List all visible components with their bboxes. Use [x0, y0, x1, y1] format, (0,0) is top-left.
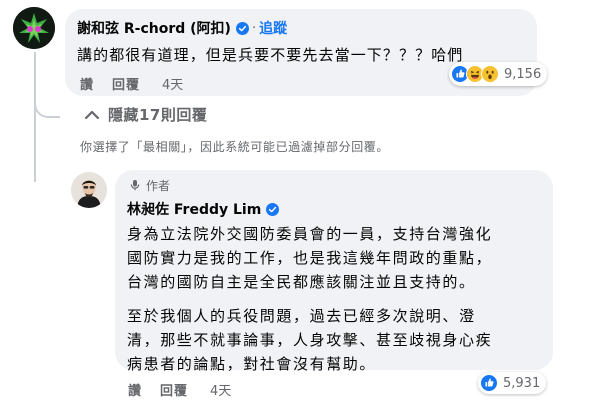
comment-author-name[interactable]: 謝和弦 R-chord (阿扣): [77, 18, 231, 38]
author-badge: 作者: [129, 176, 541, 194]
reply-paragraph-2: 至於我個人的兵役問題，過去已經多次說明、澄 清，那些不就事論事，人身攻擊、甚至歧…: [127, 304, 541, 376]
reply-timestamp[interactable]: 4天: [210, 380, 231, 399]
separator-dot: ·: [251, 20, 257, 36]
reply-line: 身為立法院外交國防委員會的一員，支持台灣強化: [127, 225, 493, 243]
author-badge-label: 作者: [146, 178, 171, 193]
reaction-count: 5,931: [503, 375, 541, 391]
hidden-replies-label: 隱藏17則回覆: [108, 106, 208, 124]
thread-connector: [34, 100, 60, 118]
filter-note: 你選擇了「最相關」，因此系統可能已過濾掉部分回覆。: [80, 140, 390, 154]
comment-timestamp[interactable]: 4天: [162, 74, 183, 93]
reply-button[interactable]: 回覆: [112, 74, 140, 93]
reply-bubble: 作者 林昶佐 Freddy Lim 身為立法院外交國防委員會的一員，支持台灣強化…: [115, 170, 553, 373]
reply-author-name[interactable]: 林昶佐 Freddy Lim: [127, 199, 261, 219]
reply-actions: 讚 回覆 4天: [128, 380, 231, 399]
reply-button[interactable]: 回覆: [160, 380, 188, 399]
reply-paragraph-1: 身為立法院外交國防委員會的一員，支持台灣強化 國防實力是我的工作，也是我這幾年問…: [127, 222, 541, 294]
thread-line: [34, 52, 36, 182]
hidden-replies-toggle[interactable]: 隱藏17則回覆: [84, 104, 207, 125]
follow-button[interactable]: 追蹤: [259, 18, 287, 38]
comment-actions: 讚 回覆 4天: [80, 74, 183, 93]
hide-arrow-icon: [84, 110, 100, 119]
reply-line: 台灣的國防自主是全民都應該關注並且支持的。: [127, 273, 476, 291]
reply-line: 清，那些不就事論事，人身攻擊、甚至歧視身心疾: [127, 331, 493, 349]
reply-line: 病患者的論點，對社會沒有幫助。: [127, 355, 377, 373]
reaction-count: 9,156: [504, 66, 542, 82]
reply-reactions[interactable]: 5,931: [478, 372, 547, 394]
verified-badge-icon: [266, 202, 280, 216]
like-button[interactable]: 讚: [80, 74, 94, 93]
reply-line: 至於我個人的兵役問題，過去已經多次說明、澄: [127, 307, 476, 325]
reply-author-avatar[interactable]: [71, 172, 107, 208]
wow-reaction-icon: [481, 65, 499, 83]
reply-line: 國防實力是我的工作，也是我這幾年問政的重點，: [127, 249, 493, 267]
commenter-avatar[interactable]: [13, 7, 55, 49]
like-reaction-icon: [480, 374, 498, 392]
like-button[interactable]: 讚: [128, 380, 142, 399]
verified-badge-icon: [235, 21, 249, 35]
comment-reactions[interactable]: 9,156: [449, 62, 548, 86]
microphone-icon: [130, 180, 140, 191]
